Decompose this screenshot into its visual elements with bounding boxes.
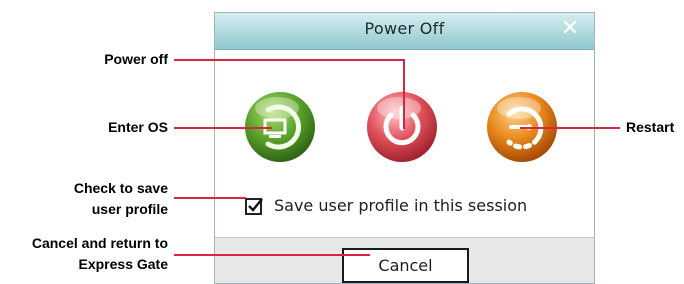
leader-line-power-off-drop	[403, 59, 405, 129]
callout-power-off: Power off	[104, 51, 168, 67]
callout-cancel-line1: Cancel and return to	[31, 235, 168, 251]
leader-line-save-profile	[174, 197, 246, 199]
callout-enter-os: Enter OS	[108, 119, 168, 135]
dialog-footer: Cancel	[215, 237, 594, 283]
callout-cancel: Cancel and return to Express Gate	[32, 233, 168, 275]
leader-line-enter-os	[174, 127, 272, 129]
callout-save-profile: Check to save user profile	[74, 178, 168, 220]
save-profile-checkbox[interactable]	[245, 198, 263, 215]
save-profile-label: Save user profile in this session	[274, 196, 528, 215]
power-off-dialog: Power Off ✕ Save user profile in this se…	[214, 12, 595, 284]
save-profile-checkbox-row[interactable]: Save user profile in this session	[245, 196, 590, 220]
power-off-button[interactable]	[365, 90, 439, 164]
power-icon	[367, 92, 437, 162]
leader-line-power-off	[174, 59, 404, 61]
callout-restart: Restart	[626, 119, 675, 135]
callout-save-profile-line1: Check to save	[73, 180, 168, 196]
leader-line-restart	[520, 127, 620, 129]
callout-cancel-line2: Express Gate	[78, 256, 169, 272]
leader-line-cancel	[174, 254, 370, 256]
callout-save-profile-line2: user profile	[91, 201, 168, 217]
close-icon[interactable]: ✕	[558, 17, 582, 41]
checkmark-icon	[248, 198, 263, 212]
dialog-title: Power Off	[364, 19, 445, 38]
dialog-titlebar: Power Off ✕	[215, 13, 594, 50]
